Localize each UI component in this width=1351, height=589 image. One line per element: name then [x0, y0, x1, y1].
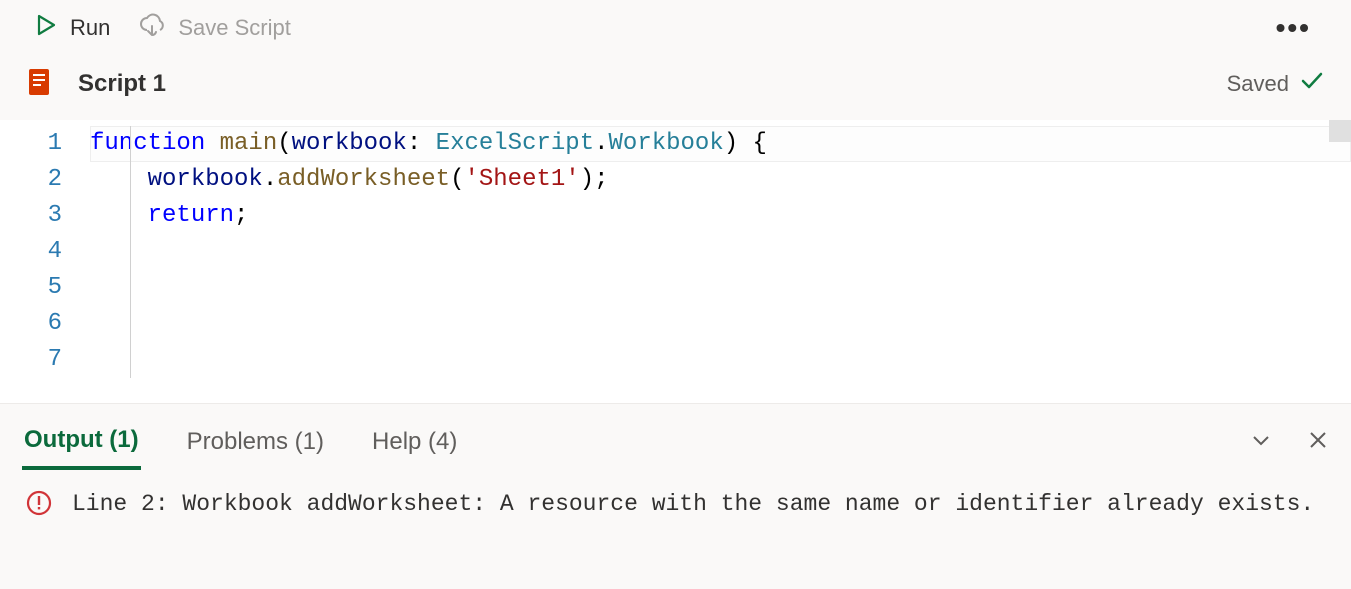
- code-line[interactable]: return;: [90, 198, 1351, 234]
- token-function: main: [220, 130, 278, 157]
- token-keyword: function: [90, 130, 205, 157]
- script-title: Script 1: [78, 70, 166, 98]
- token-type: ExcelScript: [436, 130, 594, 157]
- tab-output[interactable]: Output (1): [22, 414, 141, 470]
- script-icon: [26, 67, 56, 102]
- code-line[interactable]: workbook.addWorksheet('Sheet1');: [90, 162, 1351, 198]
- token-string: 'Sheet1': [464, 166, 579, 193]
- tab-help[interactable]: Help (4): [370, 416, 459, 468]
- script-title-row: Script 1 Saved: [0, 56, 1351, 120]
- token-punct: (: [277, 130, 291, 157]
- line-number: 1: [0, 126, 62, 162]
- token-punct: .: [594, 130, 608, 157]
- line-number: 2: [0, 162, 62, 198]
- token-punct: .: [263, 166, 277, 193]
- indent-guide: [130, 126, 131, 378]
- minimap-slider[interactable]: [1329, 120, 1351, 142]
- token-identifier: workbook: [148, 166, 263, 193]
- code-line[interactable]: [90, 306, 1351, 342]
- save-label: Save Script: [178, 15, 291, 41]
- error-icon: [26, 490, 52, 521]
- close-panel-button[interactable]: [1307, 429, 1329, 456]
- code-line[interactable]: [90, 342, 1351, 378]
- toolbar: Run Save Script •••: [0, 0, 1351, 56]
- tab-problems[interactable]: Problems (1): [185, 416, 326, 468]
- panel-tabs: Output (1) Problems (1) Help (4): [0, 404, 1351, 470]
- line-number: 7: [0, 342, 62, 378]
- save-status-label: Saved: [1227, 71, 1289, 97]
- token-identifier: workbook: [292, 130, 407, 157]
- token-function: addWorksheet: [277, 166, 450, 193]
- token-punct: (: [450, 166, 464, 193]
- more-icon: •••: [1276, 12, 1311, 43]
- run-label: Run: [70, 15, 110, 41]
- checkmark-icon: [1299, 68, 1325, 100]
- save-status: Saved: [1227, 68, 1325, 100]
- code-line[interactable]: [90, 234, 1351, 270]
- code-editor[interactable]: 1 2 3 4 5 6 7 function main(workbook: Ex…: [0, 120, 1351, 403]
- line-number: 6: [0, 306, 62, 342]
- code-area[interactable]: function main(workbook: ExcelScript.Work…: [90, 120, 1351, 403]
- panel-body: Line 2: Workbook addWorksheet: A resourc…: [0, 470, 1351, 539]
- line-number-gutter: 1 2 3 4 5 6 7: [0, 120, 90, 403]
- code-line[interactable]: [90, 270, 1351, 306]
- run-button[interactable]: Run: [20, 7, 124, 49]
- more-options-button[interactable]: •••: [1256, 12, 1331, 44]
- line-number: 4: [0, 234, 62, 270]
- code-line[interactable]: function main(workbook: ExcelScript.Work…: [90, 126, 1351, 162]
- play-icon: [34, 13, 58, 43]
- chevron-down-icon: [1249, 428, 1273, 452]
- token-punct: ) {: [724, 130, 767, 157]
- line-number: 3: [0, 198, 62, 234]
- close-icon: [1307, 429, 1329, 451]
- token-punct: ;: [234, 202, 248, 229]
- token-punct: );: [580, 166, 609, 193]
- cloud-save-icon: [138, 13, 166, 43]
- token-keyword: return: [148, 202, 234, 229]
- save-script-button[interactable]: Save Script: [124, 7, 305, 49]
- token-punct: :: [407, 130, 436, 157]
- error-message: Line 2: Workbook addWorksheet: A resourc…: [72, 488, 1314, 520]
- collapse-panel-button[interactable]: [1249, 428, 1273, 457]
- token-type: Workbook: [609, 130, 724, 157]
- output-panel: Output (1) Problems (1) Help (4) Line 2:…: [0, 403, 1351, 589]
- line-number: 5: [0, 270, 62, 306]
